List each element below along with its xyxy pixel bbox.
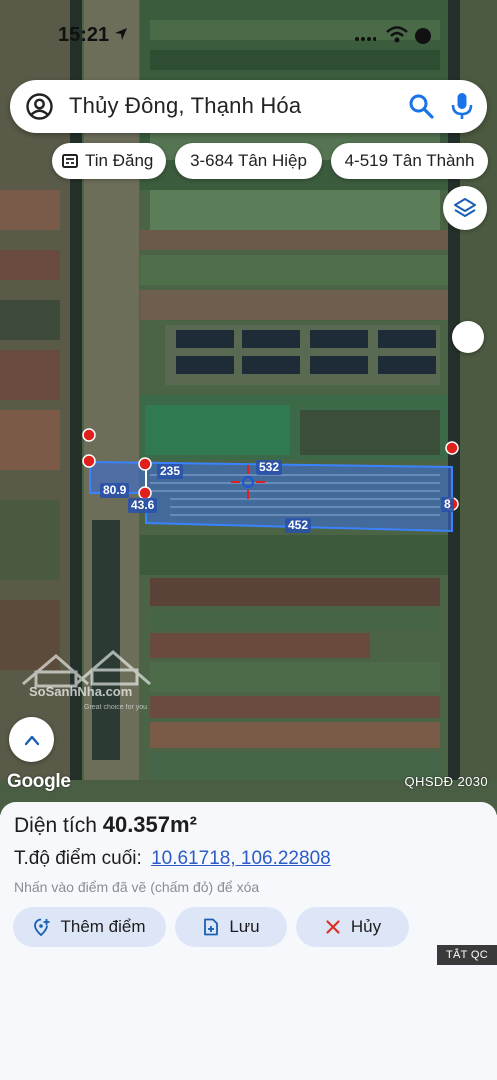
chip-tan-thanh[interactable]: 4-519 Tân Thành — [331, 143, 488, 179]
add-point-label: Thêm điểm — [60, 917, 146, 936]
cancel-label: Hủy — [350, 917, 382, 936]
layers-icon — [454, 198, 476, 217]
status-time: 15:21 — [58, 24, 110, 46]
chip-label: 4-519 Tân Thành — [344, 151, 475, 170]
edge-length-label: 532 — [256, 460, 283, 475]
area-label: Diện tích — [14, 814, 97, 837]
area-value: 40.357m² — [102, 812, 197, 837]
watermark-brand: SoSanhNha.com — [29, 684, 133, 699]
battery-icon — [415, 28, 431, 44]
chip-label: Tin Đăng — [85, 151, 154, 170]
chip-tan-hiep[interactable]: 3-684 Tân Hiệp — [175, 143, 322, 179]
news-icon — [62, 154, 78, 168]
wifi-icon — [386, 26, 408, 43]
signal-icon — [355, 37, 376, 41]
vertex-marker — [82, 454, 96, 468]
location-arrow-icon — [115, 28, 127, 40]
cancel-button[interactable]: Hủy — [296, 907, 409, 947]
microphone-icon[interactable] — [450, 91, 474, 121]
edge-length-label: 452 — [285, 518, 312, 533]
opacity-slider-knob[interactable] — [452, 321, 484, 353]
search-bar[interactable]: Thủy Đông, Thạnh Hóa — [10, 80, 487, 133]
expand-button[interactable] — [9, 717, 54, 762]
search-input[interactable]: Thủy Đông, Thạnh Hóa — [69, 93, 301, 119]
add-location-icon — [34, 918, 50, 936]
edge-length-label: 43.6 — [128, 498, 158, 513]
vertex-marker — [445, 441, 459, 455]
status-bar: 15:21 — [0, 0, 497, 70]
edge-length-label: 8 — [441, 497, 454, 512]
map-view[interactable]: 235 532 80.9 43.6 452 8 SoSanhNha.com Gr… — [0, 0, 497, 815]
delete-hint: Nhấn vào điểm đã vẽ (chấm đỏ) để xóa — [14, 879, 260, 895]
google-logo: Google — [7, 771, 71, 792]
coordinate-link[interactable]: 10.61718, 106.22808 — [151, 848, 331, 869]
land-plan-label: QHSDĐ 2030 — [404, 774, 488, 789]
chip-label: 3-684 Tân Hiệp — [190, 151, 307, 170]
search-icon[interactable] — [408, 93, 434, 119]
measure-sheet: Diện tích 40.357m² T.độ điểm cuối: 10.61… — [0, 802, 497, 1080]
layers-button[interactable] — [443, 186, 487, 230]
area-row: Diện tích 40.357m² — [14, 812, 197, 838]
close-icon — [326, 920, 340, 934]
coordinate-label: T.độ điểm cuối: — [14, 848, 142, 869]
edge-length-label: 235 — [157, 464, 184, 479]
watermark-tagline: Great choice for you — [84, 704, 148, 711]
add-point-button[interactable]: Thêm điểm — [13, 907, 166, 947]
ads-off-toggle[interactable]: TẮT QC — [437, 945, 497, 965]
chip-news[interactable]: Tin Đăng — [52, 143, 166, 179]
account-icon[interactable] — [26, 93, 53, 120]
save-button[interactable]: Lưu — [175, 907, 287, 947]
coordinate-row: T.độ điểm cuối: 10.61718, 106.22808 — [14, 848, 331, 870]
edge-length-label: 80.9 — [100, 483, 130, 498]
save-label: Lưu — [229, 917, 260, 936]
filter-chips: Tin Đăng 3-684 Tân Hiệp 4-519 Tân Thành — [0, 143, 497, 179]
vertex-marker — [82, 428, 96, 442]
vertex-marker — [138, 457, 152, 471]
save-file-icon — [204, 918, 219, 936]
chevron-up-icon — [24, 735, 39, 745]
